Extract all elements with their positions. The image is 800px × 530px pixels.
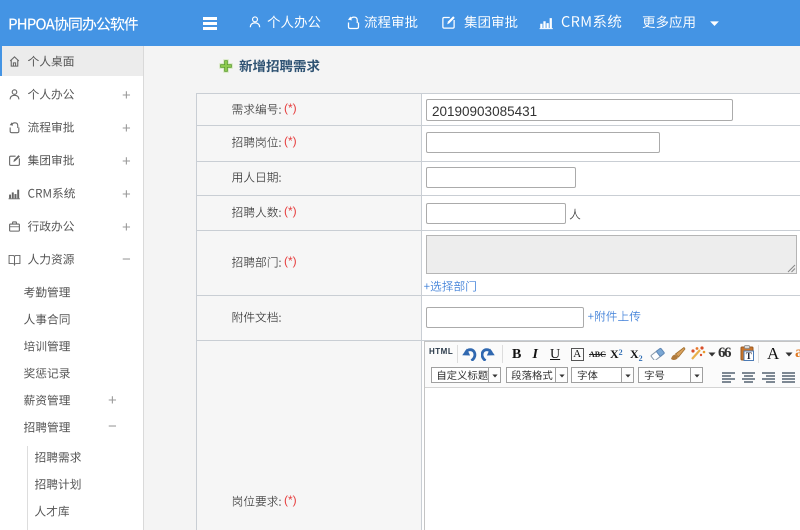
svg-text:T: T <box>746 351 752 361</box>
